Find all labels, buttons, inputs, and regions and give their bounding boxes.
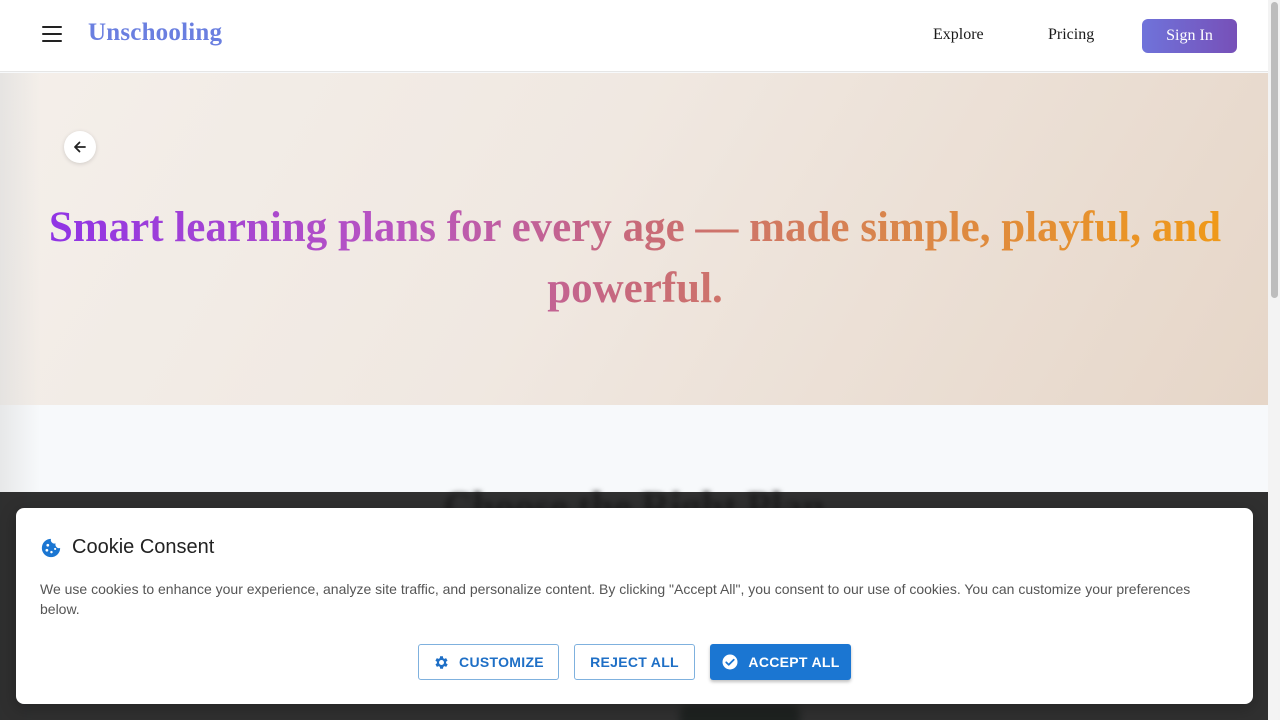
- hero-edge-shade: [0, 73, 40, 405]
- cookie-description: We use cookies to enhance your experienc…: [40, 581, 1191, 617]
- check-circle-icon: [722, 654, 738, 670]
- hero-title: Smart learning plans for every age — mad…: [40, 197, 1230, 319]
- scrollbar-thumb[interactable]: [1271, 2, 1278, 298]
- arrow-left-icon: [74, 141, 86, 153]
- top-navbar: Unschooling Explore Pricing Sign In: [0, 0, 1268, 72]
- nav-explore-link[interactable]: Explore: [933, 26, 984, 44]
- hero-section: Smart learning plans for every age — mad…: [0, 73, 1268, 405]
- nav-pricing-link[interactable]: Pricing: [1048, 26, 1094, 44]
- gear-icon: [435, 655, 448, 669]
- accept-all-label: ACCEPT ALL: [748, 654, 840, 670]
- brand-logo[interactable]: Unschooling: [88, 19, 222, 47]
- menu-icon[interactable]: [40, 26, 64, 46]
- reject-all-button[interactable]: REJECT ALL: [574, 644, 695, 680]
- customize-label: CUSTOMIZE: [459, 654, 544, 670]
- back-button[interactable]: [64, 131, 96, 163]
- cookie-title: Cookie Consent: [72, 536, 215, 558]
- customize-button[interactable]: CUSTOMIZE: [418, 644, 559, 680]
- cookie-consent-banner: Cookie Consent We use cookies to enhance…: [16, 508, 1253, 704]
- cookie-icon: [41, 538, 61, 558]
- accept-all-button[interactable]: ACCEPT ALL: [710, 644, 851, 680]
- sign-in-button[interactable]: Sign In: [1142, 19, 1237, 53]
- reject-all-label: REJECT ALL: [590, 654, 679, 670]
